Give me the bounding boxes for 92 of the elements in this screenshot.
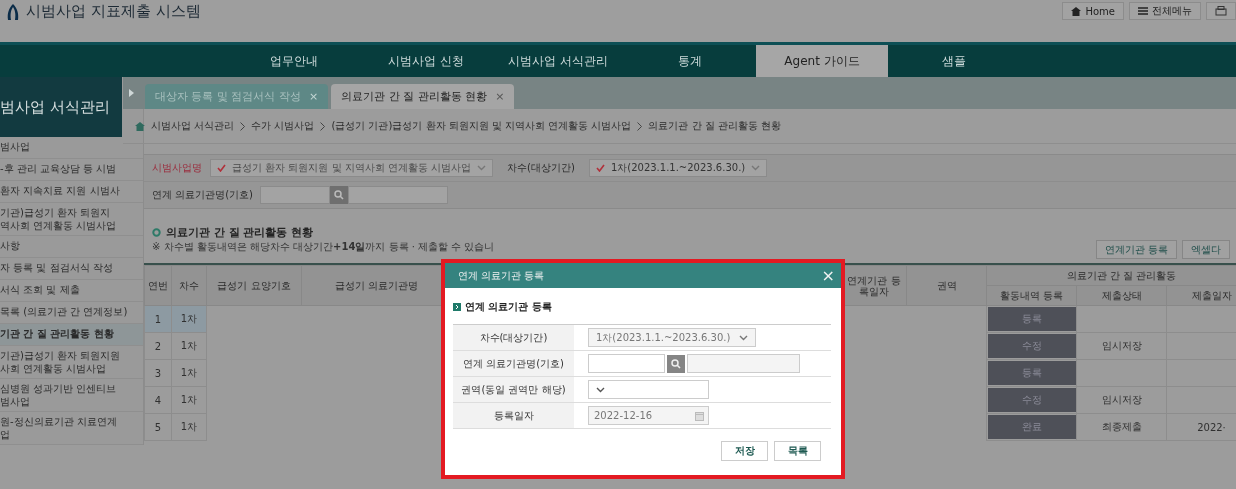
caret-icon (739, 334, 748, 341)
sidebar-item[interactable]: 환자 지속치료 지원 시범사 (0, 181, 143, 203)
sidebar-item[interactable]: 원-정신의료기관 치료연계 업 (0, 412, 143, 445)
table-cell: 5 (144, 413, 172, 441)
nav-item[interactable]: 업무안내 (228, 45, 360, 77)
section-title: 의료기관 간 질 관리활동 현황 (166, 225, 314, 240)
caret-icon (596, 386, 605, 393)
field-label: 차수(대상기간) (453, 325, 574, 350)
nav-item[interactable]: 시범사업 신청 (360, 45, 492, 77)
table-cell: 임시저장 (1076, 386, 1167, 414)
tab[interactable]: 대상자 등록 및 점검서식 작성 × (145, 84, 329, 109)
calendar-icon (695, 410, 704, 421)
table-cell: 4 (144, 386, 172, 414)
close-button[interactable]: × (821, 267, 835, 284)
select-field[interactable] (588, 380, 709, 399)
close-icon[interactable]: × (495, 84, 505, 109)
site-title: 시범사업 지표제출 시스템 (26, 2, 201, 21)
breadcrumb-link[interactable]: 시범사업 서식관리 (151, 119, 235, 133)
sidebar-item[interactable]: 자 등록 및 점검서식 작성 (0, 258, 143, 280)
chevron-icon (637, 121, 643, 131)
caret-icon (477, 165, 487, 171)
dialog-button[interactable]: 저장 (721, 441, 768, 461)
field-label: 연계 의료기관명(기호) (453, 351, 574, 376)
search-button[interactable] (330, 186, 348, 204)
search-button[interactable] (667, 354, 685, 373)
notice-text: ※ 차수별 활동내역은 해당차수 대상기간+14일까지 등록 · 제출할 수 있습니 (152, 240, 495, 254)
table-cell: 3 (144, 359, 172, 387)
search-icon (671, 358, 681, 369)
table-cell: 임시저장 (1076, 332, 1167, 360)
input-field[interactable] (348, 186, 448, 204)
modal-title: 연계 의료기관 등록 (458, 268, 545, 283)
input-field[interactable] (687, 354, 800, 373)
check-icon (595, 164, 605, 172)
table-cell: 2 (144, 332, 172, 360)
table-cell: 1차 (171, 359, 207, 387)
input-field[interactable] (260, 186, 330, 204)
action-button[interactable]: 연계기관 등록 (1095, 240, 1177, 259)
sidebar-item[interactable]: 사항 (0, 236, 143, 258)
nav-item[interactable]: Agent 가이드 (756, 45, 888, 77)
close-icon[interactable]: × (309, 84, 319, 109)
sidebar-item[interactable]: 기관 간 질 관리활동 현황 (0, 324, 143, 346)
column-header: 의료기관 간 질 관리활동 (986, 265, 1236, 286)
filter-label: 차수(대상기간) (507, 161, 575, 175)
nav-item[interactable]: 시범사업 서식관리 (492, 45, 624, 77)
modal-subtitle: 연계 의료기관 등록 (465, 300, 552, 314)
column-header: 연번 (144, 265, 172, 306)
home-icon (1071, 6, 1082, 16)
print-icon (1215, 6, 1227, 16)
check-icon (217, 164, 226, 172)
search-icon (334, 190, 344, 200)
sidebar-item[interactable]: 서식 조회 및 제출 (0, 280, 143, 302)
table-cell: 1차 (171, 332, 207, 360)
round-select[interactable]: 1차(2023.1.1.~2023.6.30.) (588, 159, 768, 177)
breadcrumb-link[interactable]: (급성기 기관)급성기 환자 퇴원지원 및 지역사회 연계활동 시범사업 (331, 119, 632, 133)
input-field[interactable] (588, 354, 665, 373)
sidebar-item[interactable]: 기관)급성기 환자 퇴원지원 사회 연계활동 시범사업 (0, 346, 143, 379)
table-cell: 1 (144, 305, 172, 333)
breadcrumb-link[interactable]: 수가 시범사업 (251, 119, 315, 133)
filter-label: 시범사업명 (152, 161, 203, 175)
field-label: 권역(동일 권역만 해당) (453, 377, 574, 402)
field-label: 등록일자 (453, 403, 574, 428)
sidebar-item[interactable]: 기관)급성기 환자 퇴원지 역사회 연계활동 시범사업 (0, 203, 143, 236)
menu-icon (1138, 7, 1148, 15)
table-cell: 1차 (171, 413, 207, 441)
filter-label: 연계 의료기관명(기호) (152, 188, 254, 202)
sidebar-item[interactable]: 범사업 (0, 137, 143, 159)
dialog-button[interactable]: 목록 (774, 441, 821, 461)
sidebar-item[interactable]: -후 관리 교육상담 등 시범 (0, 159, 143, 181)
circle-icon (152, 228, 161, 237)
table-cell: 1차 (171, 386, 207, 414)
print-button[interactable] (1206, 2, 1236, 20)
bullet-icon (453, 303, 461, 311)
column-header: 차수 (171, 265, 207, 306)
tab[interactable]: 의료기관 간 질 관리활동 현황 × (331, 84, 515, 109)
column-header: 급성기 요양기호 (206, 265, 302, 306)
chevron-icon (240, 121, 246, 131)
column-header: 권역 (906, 265, 987, 306)
table-cell: 최종제출 (1076, 413, 1167, 441)
nav-item[interactable]: 통계 (624, 45, 756, 77)
sidebar-title: 범사업 서식관리 (0, 77, 122, 137)
nav-item[interactable]: 샘플 (888, 45, 1020, 77)
caret-icon (751, 165, 761, 171)
home-icon (135, 121, 145, 131)
logo-icon (6, 3, 20, 20)
menu-button[interactable]: 전체메뉴 (1129, 2, 1201, 20)
caret-right-icon (129, 89, 134, 97)
breadcrumb-link[interactable]: 의료기관 간 질 관리활동 현황 (648, 119, 782, 133)
program-select[interactable]: 급성기 환자 퇴원지원 및 지역사회 연계활동 시범사업 (210, 159, 494, 177)
action-button[interactable]: 엑셀다 (1182, 240, 1230, 259)
chevron-icon (320, 121, 326, 131)
sidebar-item[interactable]: 심병원 성과기반 인센티브 범사업 (0, 379, 143, 412)
home-button[interactable]: Home (1062, 2, 1124, 20)
